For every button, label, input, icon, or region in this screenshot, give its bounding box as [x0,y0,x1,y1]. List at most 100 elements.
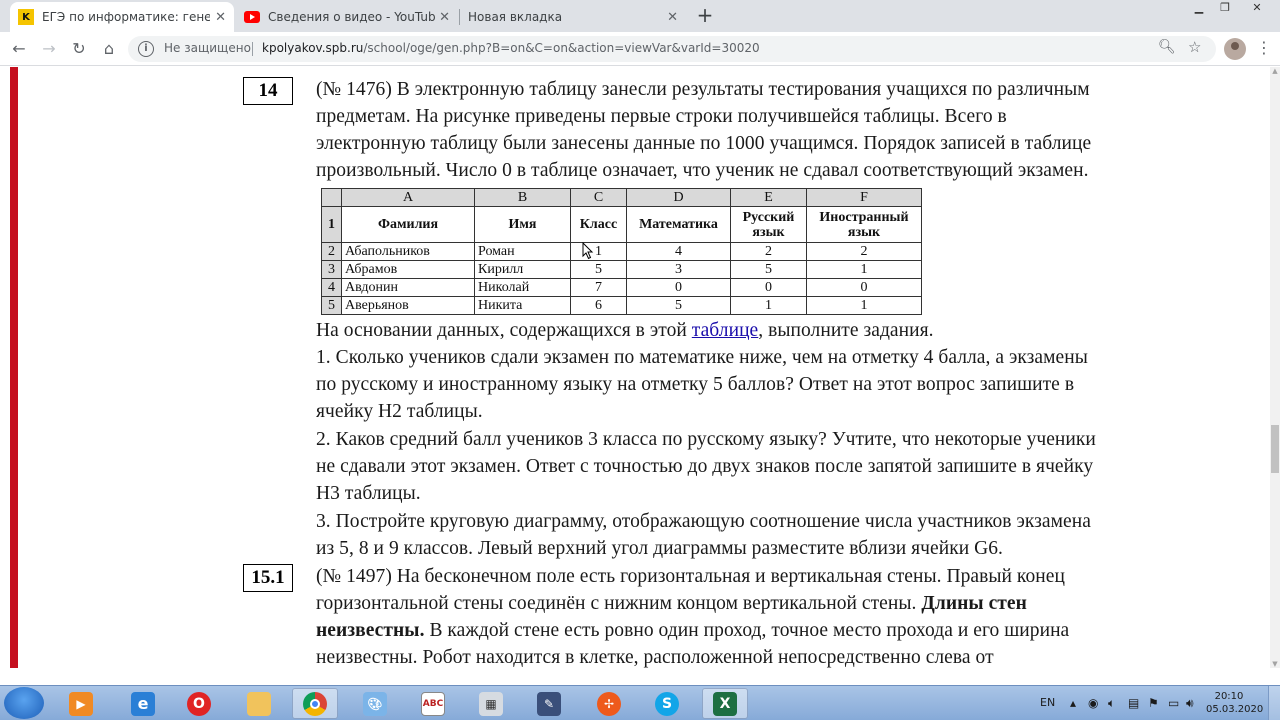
reload-icon[interactable]: ↻ [68,38,90,60]
tab-youtube[interactable]: Сведения о видео - YouTube St ✕ [236,2,458,32]
question-1-line: по русскому и иностранному языку на отме… [316,374,1075,395]
task-number: 14 [243,77,293,105]
tab-new-tab[interactable]: Новая вкладка ✕ [460,2,686,32]
mouse-cursor-icon [582,242,594,260]
column-header: C [570,188,627,207]
vertical-scrollbar[interactable]: ▲ ▼ [1270,67,1280,668]
table-cell: 5 [626,296,731,315]
calculator-icon[interactable]: ▦ [468,688,514,719]
tab-title: Новая вкладка [468,10,563,24]
column-header: F [806,188,922,207]
close-window-button[interactable]: ✕ [1238,0,1276,16]
task-text-line: (№ 1497) На бесконечном поле есть горизо… [316,566,1065,587]
tray-expand-icon[interactable]: ▴ [1070,696,1076,710]
record-icon[interactable]: ◉ [1088,696,1098,710]
question-2-line: H3 таблицы. [316,483,421,504]
instruction-line: На основании данных, содержащихся в этой… [316,320,934,342]
bookmark-star-icon[interactable]: ☆ [1188,38,1201,56]
table-cell: 4 [626,242,731,261]
table-cell: 5 [570,260,627,279]
table-cell: Аверьянов [341,296,475,315]
clock[interactable]: 20:10 05.03.2020 [1206,690,1264,716]
paint-icon[interactable]: 🎨︎ [352,688,398,719]
opera-icon[interactable]: O [176,688,222,719]
forward-arrow-icon[interactable]: → [38,38,60,60]
clock-date: 05.03.2020 [1206,704,1264,715]
draw-icon[interactable]: ✎ [526,688,572,719]
new-tab-button[interactable]: + [694,5,716,27]
maximize-button[interactable]: ❐ [1212,0,1238,16]
table-cell: 1 [806,296,922,315]
security-label[interactable]: Не защищено [164,41,251,55]
task-text-bold: Длины стен [921,593,1027,614]
home-icon[interactable]: ⌂ [98,38,120,60]
table-cell: 6 [570,296,627,315]
spreadsheet-image: A B C D E F 1 Фамилия Имя Класс Математи… [321,188,922,315]
battery-icon[interactable]: ▭ [1168,696,1179,710]
show-desktop-button[interactable] [1268,686,1280,720]
table-cell: 1 [570,242,627,261]
url-text[interactable]: kpolyakov.spb.ru/school/oge/gen.php?B=on… [262,41,760,55]
youtube-favicon-icon [244,9,260,25]
table-cell: 0 [626,278,731,297]
scroll-down-icon[interactable]: ▼ [1270,660,1280,668]
table-cell: Кирилл [474,260,571,279]
task-text-line: горизонтальной стены соединён с нижним к… [316,593,1027,615]
table-cell: 7 [570,278,627,297]
url-path: /school/oge/gen.php?B=on&C=on&action=vie… [363,41,760,55]
network-icon[interactable]: ▤ [1128,696,1139,710]
info-icon[interactable]: i [138,41,154,57]
address-bar[interactable]: i Не защищено kpolyakov.spb.ru/school/og… [128,36,1216,62]
table-cell: 2 [730,242,807,261]
close-tab-icon[interactable]: ✕ [215,10,226,25]
instruction-text-end: , выполните задания. [758,320,934,341]
table-cell: 0 [806,278,922,297]
left-red-bar [10,67,18,668]
profile-avatar[interactable] [1224,38,1246,60]
question-2-line: 2. Каков средний балл учеников 3 класса … [316,429,1096,450]
tab-strip: K ЕГЭ по информатике: генератор ✕ Сведен… [0,0,1280,32]
abc-net-icon[interactable]: ABC [410,688,456,719]
skype-icon[interactable]: S [644,688,690,719]
column-header: E [730,188,807,207]
volume-icon[interactable]: 🔈︎ [1108,696,1115,711]
question-3-line: из 5, 8 и 9 классов. Левый верхний угол … [316,538,1003,559]
flag-icon[interactable]: ⚑ [1148,696,1159,710]
windows-media-player-icon[interactable]: ▶ [58,688,104,719]
instruction-text: На основании данных, содержащихся в этой [316,320,692,341]
speaker-icon[interactable]: 🔊︎ [1186,696,1194,711]
internet-explorer-icon[interactable]: e [120,688,166,719]
browser-toolbar: ← → ↻ ⌂ i Не защищено kpolyakov.spb.ru/s… [0,32,1280,66]
column-header: D [626,188,731,207]
header-cell: Русский язык [730,206,807,243]
column-header: B [474,188,571,207]
chrome-icon[interactable] [292,688,338,719]
task-text-line: (№ 1476) В электронную таблицу занесли р… [316,79,1090,100]
page-content: 14 (№ 1476) В электронную таблицу занесл… [0,67,1270,668]
pinwheel-icon[interactable]: ✢ [586,688,632,719]
table-cell: Николай [474,278,571,297]
table-cell: 2 [806,242,922,261]
file-explorer-icon[interactable] [236,688,282,719]
close-tab-icon[interactable]: ✕ [667,10,678,25]
language-indicator[interactable]: EN [1040,696,1055,709]
table-link[interactable]: таблице [692,320,758,341]
url-host: kpolyakov.spb.ru [262,41,364,55]
task-text-line: неизвестны. В каждой стене есть ровно од… [316,620,1069,642]
back-arrow-icon[interactable]: ← [8,38,30,60]
excel-icon[interactable]: X [702,688,748,719]
header-cell: Математика [626,206,731,243]
minimize-button[interactable]: ▁ [1186,0,1212,16]
table-row: 4 Авдонин Николай 7 0 0 0 [321,278,922,297]
kpolyakov-favicon-icon: K [18,9,34,25]
tab-kpolyakov[interactable]: K ЕГЭ по информатике: генератор ✕ [10,2,234,32]
menu-dots-icon[interactable]: ⋮ [1256,38,1272,57]
scrollbar-thumb[interactable] [1271,425,1279,473]
table-row: 3 Абрамов Кирилл 5 3 5 1 [321,260,922,279]
task-text: горизонтальной стены соединён с нижним к… [316,593,922,614]
zoom-icon[interactable]: 🔍︎ [1158,39,1176,55]
close-tab-icon[interactable]: ✕ [439,10,450,25]
scroll-up-icon[interactable]: ▲ [1270,67,1280,75]
start-button[interactable] [4,687,44,719]
row-number: 1 [321,206,342,243]
